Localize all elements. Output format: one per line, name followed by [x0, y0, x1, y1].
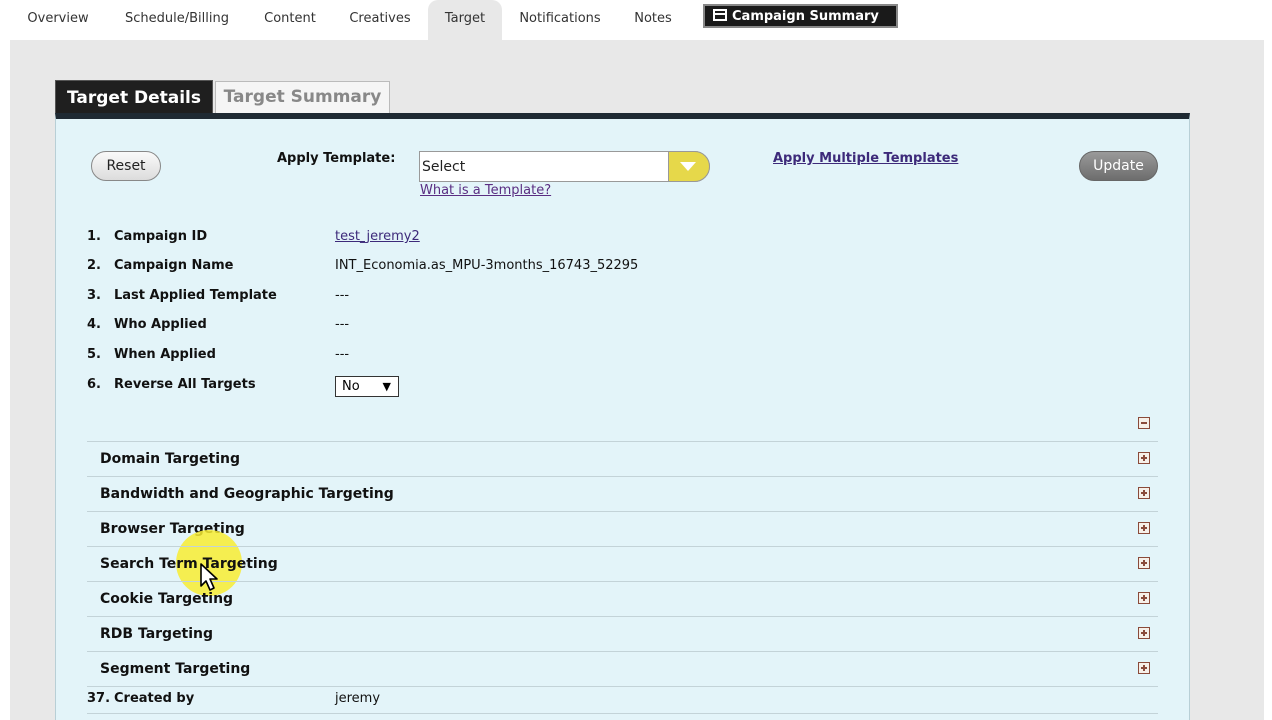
expand-plus-icon[interactable] — [1138, 452, 1150, 464]
tab-schedule-billing[interactable]: Schedule/Billing — [110, 0, 244, 40]
calendar-icon — [713, 9, 727, 21]
section-label: Domain Targeting — [100, 451, 241, 467]
section-domain-targeting[interactable]: Domain Targeting — [87, 441, 1158, 476]
dropdown-triangle-icon: ▼ — [382, 380, 391, 393]
tab-notes[interactable]: Notes — [624, 0, 682, 40]
what-is-template-link[interactable]: What is a Template? — [420, 183, 551, 198]
tab-content[interactable]: Content — [252, 0, 328, 40]
info-number: 1. — [87, 229, 101, 244]
subtab-target-summary[interactable]: Target Summary — [215, 81, 390, 113]
when-applied-label: When Applied — [114, 347, 216, 362]
expand-plus-icon[interactable] — [1138, 522, 1150, 534]
who-applied-label: Who Applied — [114, 317, 207, 332]
reset-button[interactable]: Reset — [91, 151, 161, 181]
tab-overview[interactable]: Overview — [14, 0, 102, 40]
template-select-value: Select — [422, 159, 466, 175]
tab-notifications[interactable]: Notifications — [508, 0, 612, 40]
last-applied-template-value: --- — [335, 288, 350, 303]
tab-target[interactable]: Target — [428, 0, 502, 40]
created-by-value: jeremy — [335, 691, 381, 706]
info-number: 2. — [87, 258, 101, 273]
section-browser-targeting[interactable]: Browser Targeting — [87, 511, 1158, 546]
reverse-all-targets-select[interactable]: No ▼ — [335, 376, 399, 397]
expand-plus-icon[interactable] — [1138, 662, 1150, 674]
template-select[interactable]: Select — [419, 151, 710, 182]
top-navigation: Overview Schedule/Billing Content Creati… — [0, 0, 1272, 40]
subtab-target-details[interactable]: Target Details — [55, 80, 213, 114]
section-rdb-targeting[interactable]: RDB Targeting — [87, 616, 1158, 651]
when-applied-value: --- — [335, 347, 350, 362]
info-number: 5. — [87, 347, 101, 362]
expand-plus-icon[interactable] — [1138, 592, 1150, 604]
last-applied-template-label: Last Applied Template — [114, 288, 277, 303]
tab-creatives[interactable]: Creatives — [336, 0, 424, 40]
campaign-name-label: Campaign Name — [114, 258, 234, 273]
dropdown-arrow-icon[interactable] — [668, 151, 710, 182]
section-label: Segment Targeting — [100, 661, 251, 677]
update-button[interactable]: Update — [1079, 151, 1158, 181]
campaign-summary-button[interactable]: Campaign Summary — [703, 4, 898, 28]
mouse-pointer-icon — [200, 563, 218, 591]
reverse-all-targets-label: Reverse All Targets — [114, 377, 256, 392]
expand-plus-icon[interactable] — [1138, 487, 1150, 499]
section-cookie-targeting[interactable]: Cookie Targeting — [87, 581, 1158, 616]
expand-plus-icon[interactable] — [1138, 627, 1150, 639]
reverse-all-targets-value: No — [342, 379, 360, 394]
campaign-id-label: Campaign ID — [114, 229, 208, 244]
campaign-summary-label: Campaign Summary — [732, 9, 879, 24]
info-number: 4. — [87, 317, 101, 332]
info-number: 6. — [87, 377, 101, 392]
info-number: 37. — [87, 691, 111, 706]
campaign-id-link[interactable]: test_jeremy2 — [335, 229, 420, 244]
expand-plus-icon[interactable] — [1138, 557, 1150, 569]
who-applied-value: --- — [335, 317, 350, 332]
section-label: Cookie Targeting — [100, 591, 234, 607]
section-search-term-targeting[interactable]: Search Term Targeting — [87, 546, 1158, 581]
created-by-label: Created by — [114, 691, 195, 706]
info-number: 3. — [87, 288, 101, 303]
collapse-all-icon[interactable] — [1138, 417, 1150, 429]
apply-multiple-templates-link[interactable]: Apply Multiple Templates — [773, 151, 958, 166]
section-label: Search Term Targeting — [100, 556, 278, 572]
divider — [87, 686, 1158, 687]
section-bandwidth-geographic-targeting[interactable]: Bandwidth and Geographic Targeting — [87, 476, 1158, 511]
section-label: RDB Targeting — [100, 626, 214, 642]
section-label: Bandwidth and Geographic Targeting — [100, 486, 394, 502]
apply-template-label: Apply Template: — [277, 151, 396, 166]
section-segment-targeting[interactable]: Segment Targeting — [87, 651, 1158, 686]
campaign-name-value: INT_Economia.as_MPU-3months_16743_52295 — [335, 258, 639, 273]
divider — [87, 713, 1158, 714]
